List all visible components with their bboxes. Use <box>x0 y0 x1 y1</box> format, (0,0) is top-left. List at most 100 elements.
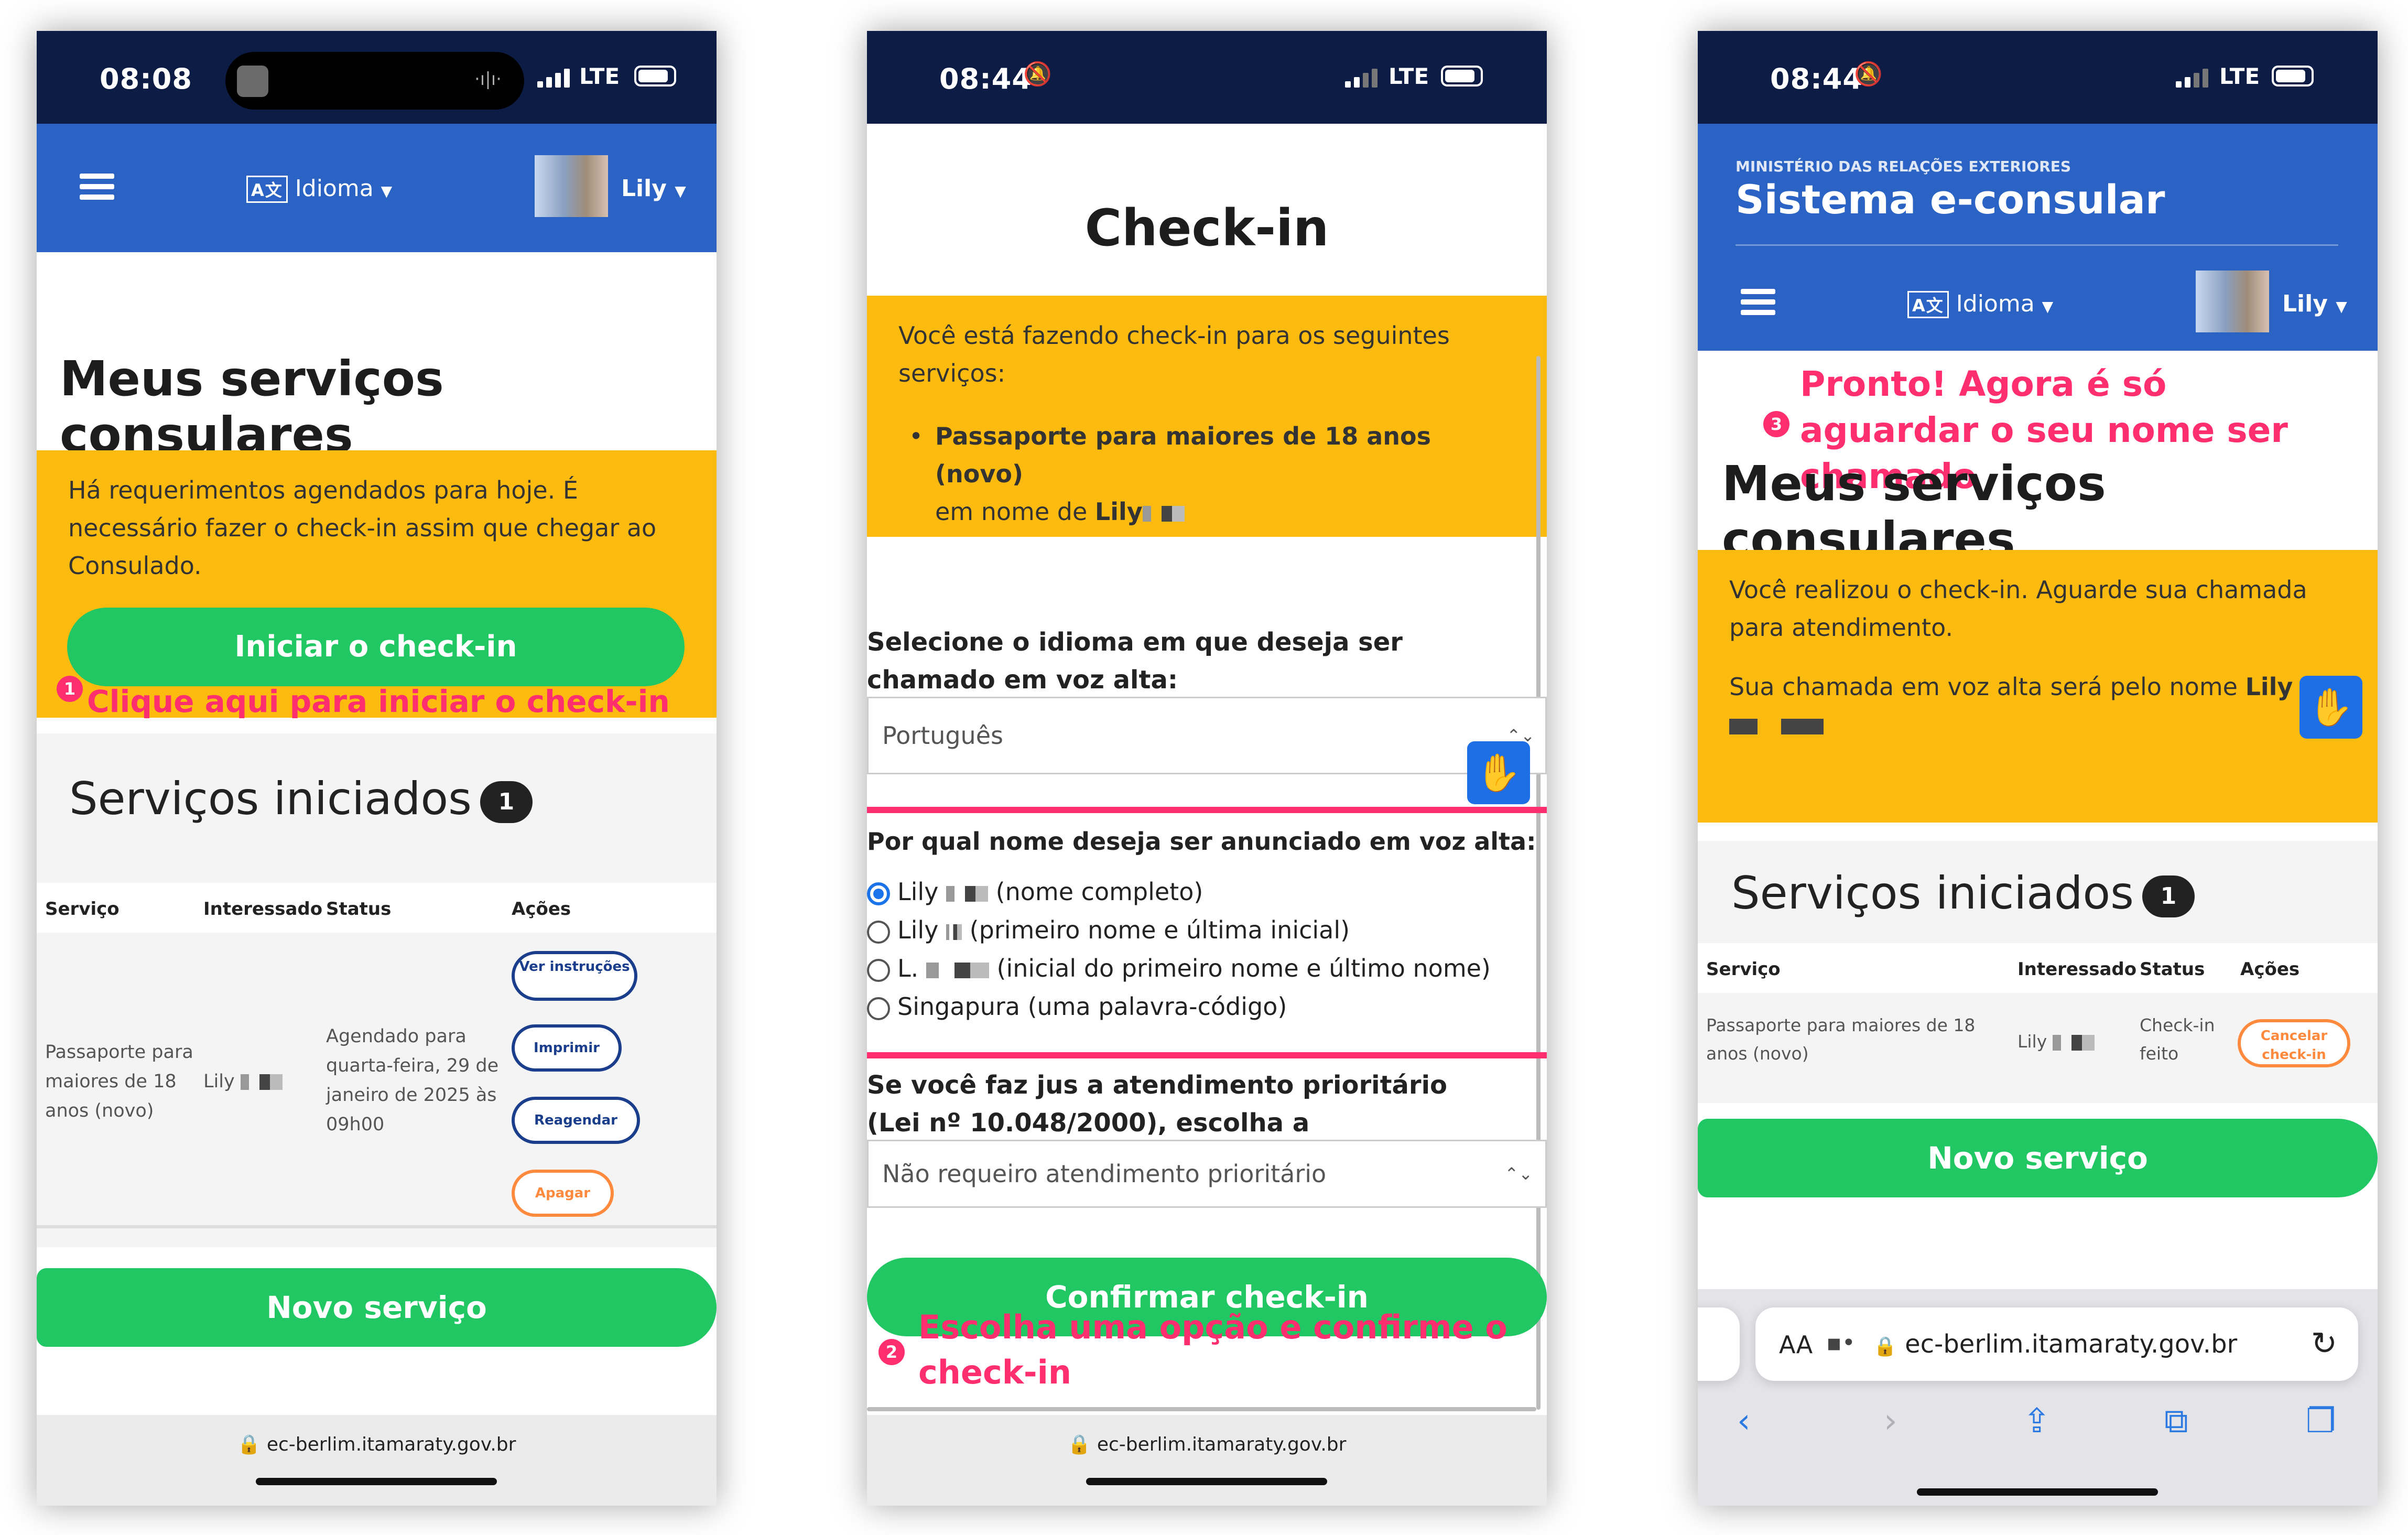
checkin-summary: Você está fazendo check-in para os segui… <box>867 296 1547 537</box>
table-header: Serviço Interessado Status Ações <box>37 883 717 933</box>
url-label[interactable]: 🔒 ec-berlim.itamaraty.gov.br <box>1873 1329 2237 1359</box>
safari-bottom-bar: AA ▪• 🔒 ec-berlim.itamaraty.gov.br ↻ ‹ ›… <box>1698 1289 2378 1506</box>
delete-button[interactable]: Apagar <box>512 1170 614 1217</box>
name-option-initial[interactable]: Lily (primeiro nome e última inicial) <box>867 916 1350 944</box>
battery-icon <box>1441 66 1483 87</box>
page-title: Meus serviços consulares <box>60 351 444 463</box>
signal-icon <box>1345 69 1379 88</box>
chevron-left-icon[interactable]: ‹ <box>1737 1402 1751 1441</box>
battery-icon <box>634 66 676 87</box>
cell-status: Check-in feito <box>2140 1015 2215 1064</box>
sign-language-icon[interactable]: ✋ <box>2299 676 2362 739</box>
app-icon <box>237 66 268 97</box>
user-menu[interactable]: Lily ▼ <box>621 175 686 202</box>
user-menu[interactable]: Lily ▼ <box>2282 290 2347 317</box>
hamburger-icon[interactable] <box>80 174 114 200</box>
dynamic-island: ·ı|ı· <box>225 52 524 110</box>
redacted <box>926 962 989 978</box>
option-desc: (inicial do primeiro nome e último nome) <box>996 954 1491 982</box>
radio[interactable] <box>867 920 890 944</box>
system-title[interactable]: Sistema e-consular <box>1736 176 2165 223</box>
start-checkin-button[interactable]: Iniciar o check-in <box>67 608 685 686</box>
text-size-button[interactable]: AA <box>1779 1331 1813 1359</box>
sign-language-icon[interactable]: ✋ <box>1467 741 1530 804</box>
option-desc: (nome completo) <box>995 878 1203 906</box>
radio-selected[interactable] <box>867 882 890 905</box>
lock-icon: 🔒 <box>1873 1336 1897 1357</box>
cell-service: Passaporte para maiores de 18 anos (novo… <box>1706 1015 1976 1064</box>
phone-screen-3: 08:44 🔕 LTE MINISTÉRIO DAS RELAÇÕES EXTE… <box>1698 31 2378 1506</box>
col-person: Interessado <box>203 899 323 920</box>
radio[interactable] <box>867 958 890 982</box>
signal-icon <box>537 69 571 88</box>
browser-bottom-bar: 🔒 ec-berlim.itamaraty.gov.br <box>37 1415 717 1506</box>
clock: 08:08 <box>100 62 192 95</box>
language-select[interactable]: Português ⌃⌄ <box>867 697 1547 774</box>
avatar <box>535 155 608 217</box>
status-bar: 08:44 🔕 LTE <box>867 31 1547 124</box>
share-icon[interactable]: ⇪ <box>2023 1402 2051 1441</box>
reschedule-button[interactable]: Reagendar <box>512 1097 640 1144</box>
page-title: Check-in <box>1084 199 1329 257</box>
priority-select[interactable]: Não requeiro atendimento prioritário ⌃⌄ <box>867 1140 1547 1208</box>
col-actions: Ações <box>2240 959 2300 980</box>
address-bar[interactable]: AA ▪• 🔒 ec-berlim.itamaraty.gov.br ↻ <box>1755 1307 2358 1381</box>
name-option-last[interactable]: L. (inicial do primeiro nome e último no… <box>867 954 1491 982</box>
option-desc: (primeiro nome e última inicial) <box>969 916 1350 944</box>
step-number: 3 <box>1763 411 1789 437</box>
col-actions: Ações <box>512 899 571 920</box>
extension-icon[interactable]: ▪• <box>1826 1329 1856 1356</box>
name-option-full[interactable]: Lily (nome completo) <box>867 878 1203 906</box>
services-panel: Serviços iniciados 1 Serviço Interessado … <box>37 733 717 1247</box>
services-title-text: Serviços iniciados <box>1731 867 2134 920</box>
url-label[interactable]: 🔒 ec-berlim.itamaraty.gov.br <box>867 1433 1547 1455</box>
chevron-right-icon[interactable]: › <box>1884 1402 1897 1441</box>
top-nav: MINISTÉRIO DAS RELAÇÕES EXTERIORES Siste… <box>1698 124 2378 351</box>
option-name: Singapura <box>897 992 1020 1021</box>
radio[interactable] <box>867 997 890 1020</box>
home-indicator <box>256 1478 497 1485</box>
redacted <box>946 885 989 902</box>
cell-status: Agendado para quarta-feira, 29 de janeir… <box>326 1026 499 1135</box>
name-question: Por qual nome deseja ser anunciado em vo… <box>867 827 1536 856</box>
caret-down-icon: ▼ <box>2336 298 2347 315</box>
call-name-text: Sua chamada em voz alta será pelo nome L… <box>1729 668 2306 743</box>
col-status: Status <box>326 899 392 920</box>
home-indicator <box>1917 1488 2158 1496</box>
notice-text: Há requerimentos agendados para hoje. É … <box>68 476 657 580</box>
summary-item: • Passaporte para maiores de 18 anos (no… <box>909 417 1512 531</box>
language-label: Idioma <box>1956 290 2035 317</box>
col-status: Status <box>2140 959 2205 980</box>
book-icon[interactable]: ⧉ <box>2164 1402 2188 1441</box>
language-dropdown[interactable]: A文 Idioma ▼ <box>246 175 392 203</box>
redacted-surname <box>240 1074 283 1090</box>
url-label[interactable]: 🔒 ec-berlim.itamaraty.gov.br <box>37 1433 717 1455</box>
cell-service: Passaporte para maiores de 18 anos (novo… <box>45 1042 193 1121</box>
notice-text: Você realizou o check-in. Aguarde sua ch… <box>1729 576 2307 642</box>
person-name: Lily <box>1094 498 1143 526</box>
bell-mute-icon: 🔕 <box>1854 61 1883 88</box>
call-notice: Sua chamada em voz alta será pelo nome <box>1729 673 2238 701</box>
services-title-text: Serviços iniciados <box>69 773 472 825</box>
clock: 08:44 <box>939 62 1032 95</box>
new-service-button[interactable]: Novo serviço <box>1698 1119 2378 1197</box>
print-button[interactable]: Imprimir <box>512 1024 622 1072</box>
name-option-codeword[interactable]: Singapura (uma palavra-código) <box>867 992 1287 1021</box>
cancel-checkin-button[interactable]: Cancelar check-in <box>2238 1019 2350 1067</box>
reload-icon[interactable]: ↻ <box>2311 1325 2337 1362</box>
new-service-button[interactable]: Novo serviço <box>37 1268 717 1347</box>
language-label: Idioma <box>295 175 374 202</box>
view-instructions-button[interactable]: Ver instruções <box>512 951 637 1001</box>
language-dropdown[interactable]: A文 Idioma ▼ <box>1907 290 2053 318</box>
previous-tab-bar[interactable] <box>1698 1307 1740 1381</box>
h-scrollbar[interactable] <box>867 1407 1536 1411</box>
services-count: 1 <box>2142 875 2195 917</box>
person-name: Lily <box>2017 1031 2047 1052</box>
tabs-icon[interactable]: ❐ <box>2306 1402 2336 1441</box>
bell-mute-icon: 🔕 <box>1023 61 1052 88</box>
translate-icon: A文 <box>1907 291 1949 318</box>
hamburger-icon[interactable] <box>1741 289 1775 315</box>
browser-bottom-bar: 🔒 ec-berlim.itamaraty.gov.br <box>867 1415 1547 1506</box>
option-name: Lily <box>897 878 939 906</box>
top-nav: A文 Idioma ▼ Lily ▼ <box>37 124 717 252</box>
